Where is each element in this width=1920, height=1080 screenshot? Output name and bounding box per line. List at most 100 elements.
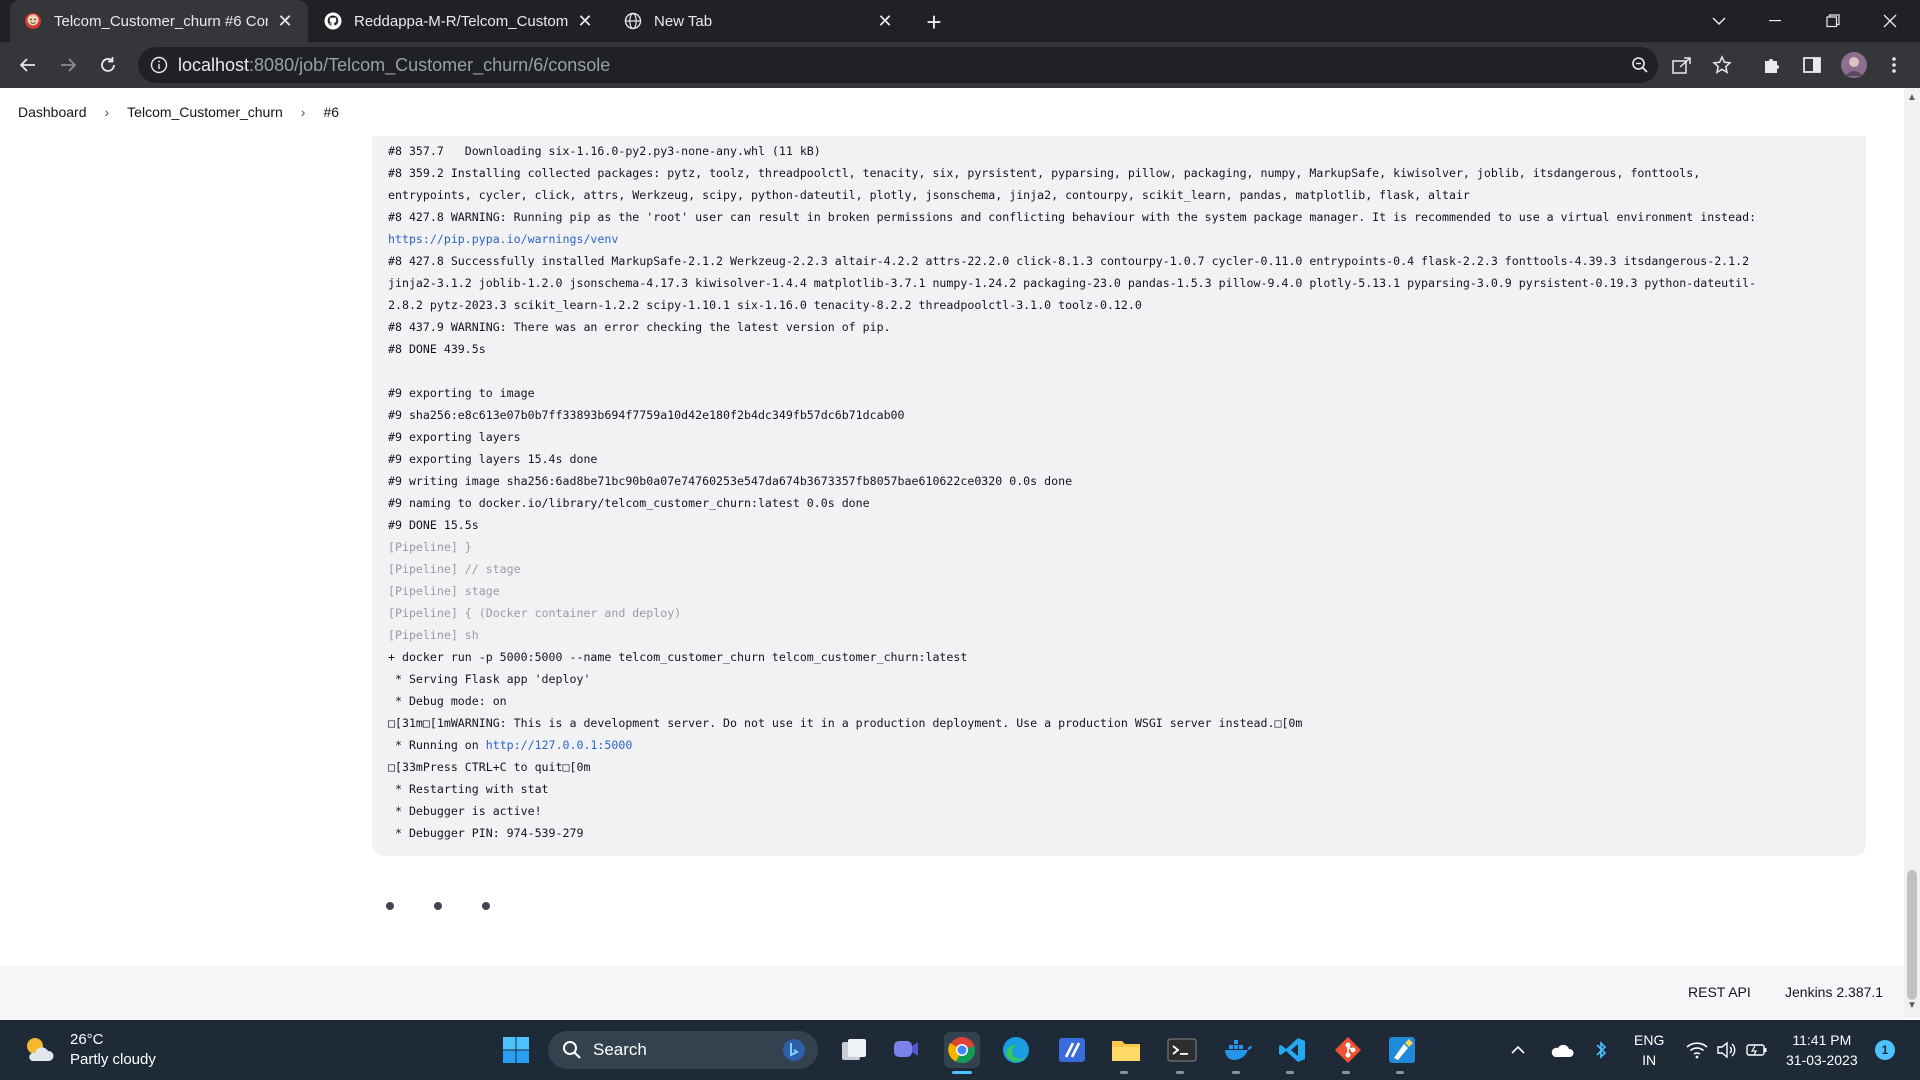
extensions-puzzle-icon[interactable]: [1760, 53, 1784, 77]
weather-widget[interactable]: 26°C Partly cloudy: [22, 1030, 156, 1070]
partly-cloudy-icon: [27, 1038, 54, 1061]
console-line: #9 exporting to image: [388, 382, 1850, 404]
site-info-icon[interactable]: [150, 56, 168, 74]
breadcrumb-job[interactable]: Telcom_Customer_churn: [127, 104, 283, 120]
app-running-indicator: [1286, 1071, 1294, 1074]
docker-icon[interactable]: [1220, 1032, 1256, 1068]
more-menu-icon[interactable]: [1882, 53, 1906, 77]
scroll-down-icon[interactable]: ▼: [1907, 1000, 1917, 1011]
terminal-icon[interactable]: [1164, 1032, 1200, 1068]
console-line-text: #8 359.2 Installing collected packages: …: [388, 166, 1701, 180]
language-indicator[interactable]: ENG IN: [1634, 1020, 1664, 1080]
console-text: #8 357.7 Downloading six-1.16.0-py2.py3-…: [388, 140, 1850, 844]
volume-icon[interactable]: [1716, 1020, 1736, 1080]
close-window-button[interactable]: [1867, 0, 1913, 42]
forward-arrow-icon[interactable]: [54, 51, 82, 79]
close-tab-icon[interactable]: ✕: [576, 11, 594, 31]
tab-search-chevron-icon[interactable]: [1696, 0, 1742, 42]
close-tab-icon[interactable]: ✕: [276, 11, 294, 31]
console-line: #9 DONE 15.5s: [388, 514, 1850, 536]
taskbar-search[interactable]: Search: [548, 1031, 818, 1069]
console-line: * Restarting with stat: [388, 778, 1850, 800]
console-line: * Serving Flask app 'deploy': [388, 668, 1850, 690]
console-line-text: #8 427.8 WARNING: Running pip as the 'ro…: [388, 210, 1757, 224]
git-gui-icon[interactable]: [1330, 1032, 1366, 1068]
console-line-text: #8 357.7 Downloading six-1.16.0-py2.py3-…: [388, 144, 821, 158]
spinner-dot: [482, 902, 490, 910]
file-explorer-icon[interactable]: [1108, 1032, 1144, 1068]
search-icon: [563, 1041, 581, 1059]
scroll-up-icon[interactable]: ▲: [1907, 92, 1917, 103]
console-line-text: [Pipeline] stage: [388, 584, 500, 598]
scrollbar-thumb[interactable]: [1907, 870, 1917, 1000]
onedrive-cloud-icon[interactable]: [1550, 1020, 1574, 1080]
zoom-icon[interactable]: [1628, 53, 1652, 77]
bluetooth-icon[interactable]: [1594, 1020, 1608, 1080]
console-line: 2.8.2 pytz-2023.3 scikit_learn-1.2.2 sci…: [388, 294, 1850, 316]
console-line: jinja2-3.1.2 joblib-1.2.0 jsonschema-4.1…: [388, 272, 1850, 294]
task-view-icon[interactable]: [836, 1032, 872, 1068]
url-text[interactable]: localhost:8080/job/Telcom_Customer_churn…: [178, 55, 610, 76]
address-bar[interactable]: localhost:8080/job/Telcom_Customer_churn…: [138, 47, 1658, 83]
new-tab-button[interactable]: +: [920, 7, 948, 37]
tab-new-tab[interactable]: New Tab ✕: [610, 0, 908, 42]
console-line-text: □[33mPress CTRL+C to quit□[0m: [388, 760, 591, 774]
tab-jenkins-console[interactable]: Telcom_Customer_churn #6 Console ✕: [10, 0, 308, 42]
console-line: #8 DONE 439.5s: [388, 338, 1850, 360]
jenkins-version-link[interactable]: Jenkins 2.387.1: [1785, 984, 1883, 1000]
notification-center[interactable]: 1: [1875, 1020, 1895, 1080]
clock[interactable]: 11:41 PM 31-03-2023: [1786, 1020, 1858, 1080]
active-app-indicator: [952, 1071, 972, 1074]
console-line-text: #9 exporting layers 15.4s done: [388, 452, 598, 466]
bookmark-star-icon[interactable]: [1710, 53, 1734, 77]
console-line-text: □[31m□[1mWARNING: This is a development …: [388, 716, 1303, 730]
tab-github[interactable]: Reddappa-M-R/Telcom_Customer_churn ✕: [310, 0, 608, 42]
side-panel-icon[interactable]: [1800, 53, 1824, 77]
notification-count: 1: [1881, 1043, 1889, 1057]
weather-condition: Partly cloudy: [70, 1051, 156, 1068]
breadcrumb-dashboard[interactable]: Dashboard: [18, 104, 87, 120]
show-hidden-icons-chevron[interactable]: [1510, 1020, 1526, 1080]
console-line-text: * Debug mode: on: [388, 694, 507, 708]
breadcrumb-build[interactable]: #6: [323, 104, 339, 120]
battery-icon[interactable]: [1746, 1020, 1768, 1080]
github-icon: [324, 12, 342, 30]
console-line: #9 exporting layers: [388, 426, 1850, 448]
console-line: * Running on http://127.0.0.1:5000: [388, 734, 1850, 756]
minimize-button[interactable]: [1752, 0, 1798, 42]
weather-temperature: 26°C: [70, 1031, 104, 1048]
rest-api-link[interactable]: REST API: [1688, 984, 1751, 1000]
url-host: localhost: [178, 55, 250, 75]
page-scrollbar[interactable]: ▲ ▼: [1904, 88, 1920, 1018]
console-line: + docker run -p 5000:5000 --name telcom_…: [388, 646, 1850, 668]
share-icon[interactable]: [1670, 53, 1694, 77]
profile-avatar[interactable]: [1840, 51, 1868, 79]
close-tab-icon[interactable]: ✕: [876, 11, 894, 31]
region-code: IN: [1642, 1052, 1657, 1068]
page-footer: REST API Jenkins 2.387.1: [0, 966, 1904, 1020]
reload-icon[interactable]: [94, 51, 122, 79]
powerautomate-icon[interactable]: [1054, 1032, 1090, 1068]
clock-time: 11:41 PM: [1792, 1032, 1852, 1048]
teams-chat-icon[interactable]: [888, 1032, 924, 1068]
start-windows-icon[interactable]: [498, 1032, 534, 1068]
wifi-icon[interactable]: [1686, 1020, 1708, 1080]
console-line: [Pipeline] stage: [388, 580, 1850, 602]
console-link[interactable]: http://127.0.0.1:5000: [486, 738, 633, 752]
console-link[interactable]: https://pip.pypa.io/warnings/venv: [388, 232, 618, 246]
console-line: #8 437.9 WARNING: There was an error che…: [388, 316, 1850, 338]
back-arrow-icon[interactable]: [14, 51, 42, 79]
breadcrumb: Dashboard › Telcom_Customer_churn › #6: [0, 88, 1904, 136]
spinner-dot: [434, 902, 442, 910]
console-line: #9 naming to docker.io/library/telcom_cu…: [388, 492, 1850, 514]
console-line-text: [Pipeline] { (Docker container and deplo…: [388, 606, 682, 620]
windows-taskbar: 26°C Partly cloudy Search ENG IN 11:41 P…: [0, 1020, 1920, 1080]
vscode-icon[interactable]: [1274, 1032, 1310, 1068]
edge-icon[interactable]: [998, 1032, 1034, 1068]
restore-button[interactable]: [1810, 0, 1856, 42]
paint-app-icon[interactable]: [1384, 1032, 1420, 1068]
console-line-text: #9 exporting layers: [388, 430, 521, 444]
console-output: #8 357.7 Downloading six-1.16.0-py2.py3-…: [372, 136, 1866, 856]
chrome-icon[interactable]: [944, 1032, 980, 1068]
